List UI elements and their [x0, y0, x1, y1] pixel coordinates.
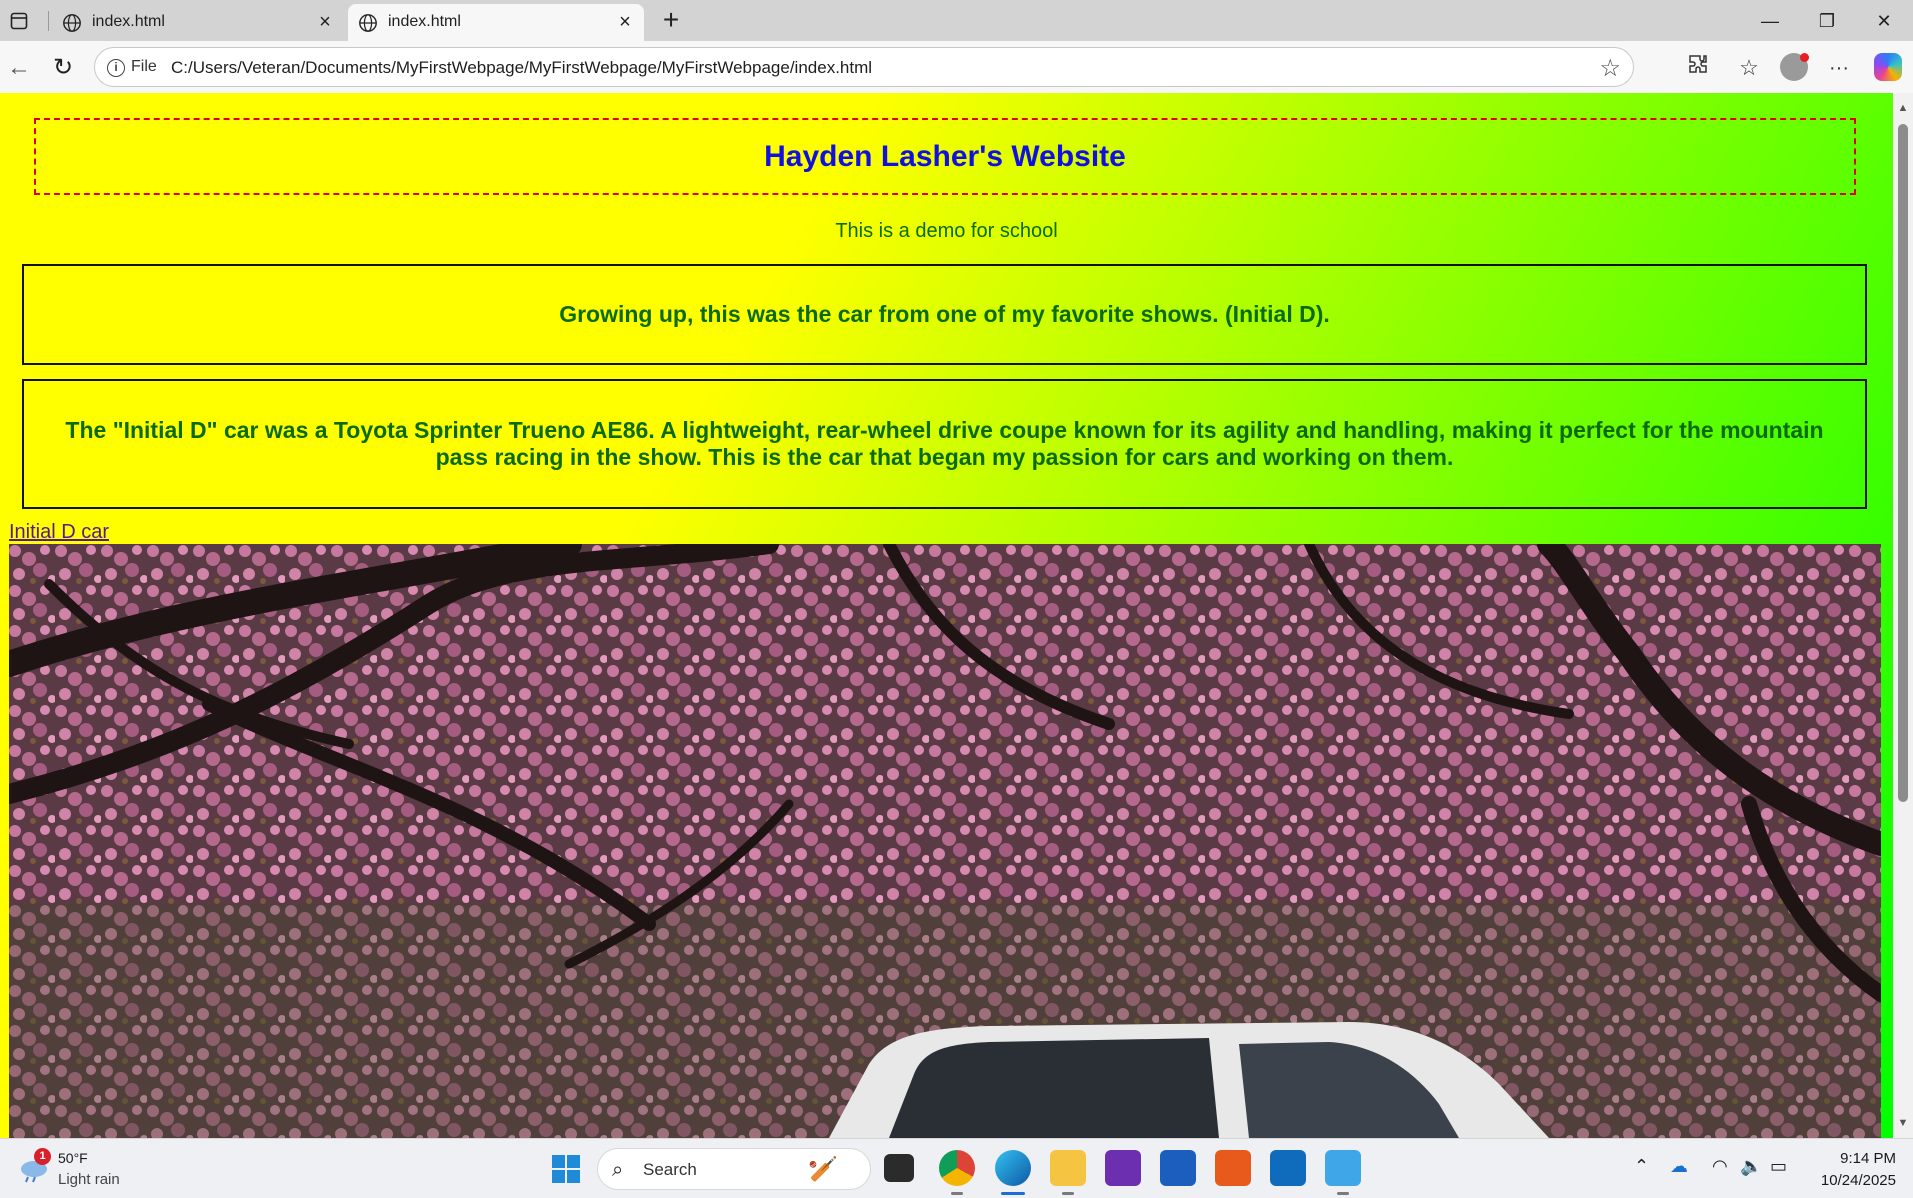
url-text[interactable]: C:/Users/Veteran/Documents/MyFirstWebpag…: [171, 58, 872, 78]
app-icon[interactable]: [1215, 1150, 1251, 1186]
info-icon[interactable]: i: [107, 59, 125, 77]
search-icon: ⌕: [612, 1159, 624, 1181]
weather-badge: 1: [34, 1148, 51, 1165]
site-header: Hayden Lasher's Website: [34, 118, 1856, 195]
chrome-icon[interactable]: [939, 1150, 975, 1186]
taskbar: 1 50°F Light rain ⌕ Search 🏏 ⌃ ☁ ◠ 🔈 ▭ 9…: [0, 1138, 1913, 1198]
extensions-icon[interactable]: [1681, 51, 1715, 85]
tab-title: index.html: [388, 13, 461, 30]
weather-description[interactable]: Light rain: [58, 1171, 120, 1188]
volume-icon[interactable]: 🔈: [1740, 1156, 1762, 1177]
close-icon[interactable]: ×: [314, 11, 336, 33]
photos-icon[interactable]: [1105, 1150, 1141, 1186]
star-icon[interactable]: ☆: [1599, 54, 1621, 83]
search-placeholder: Search: [643, 1160, 697, 1179]
file-explorer-icon[interactable]: [1050, 1150, 1086, 1186]
globe-icon: [62, 13, 82, 33]
scroll-thumb[interactable]: [1898, 124, 1908, 802]
edge-active-indicator: [1001, 1192, 1025, 1195]
tab-index-2[interactable]: index.html ×: [348, 4, 644, 41]
chrome-running-indicator: [951, 1192, 963, 1195]
onedrive-icon[interactable]: ☁: [1670, 1156, 1688, 1177]
clock-date[interactable]: 10/24/2025: [1800, 1172, 1896, 1189]
windows-start-icon[interactable]: [551, 1154, 581, 1184]
reload-button[interactable]: ↻: [48, 53, 78, 83]
maximize-button[interactable]: ❐: [1804, 4, 1850, 38]
tab-bar: index.html × index.html × + — ❐ ✕: [0, 0, 1913, 41]
page-viewport: Hayden Lasher's Website This is a demo f…: [0, 93, 1893, 1138]
page-subtitle: This is a demo for school: [835, 220, 1058, 242]
scroll-up-icon[interactable]: ▲: [1895, 101, 1911, 115]
scroll-down-icon[interactable]: ▼: [1895, 1116, 1911, 1130]
description-box: The "Initial D" car was a Toyota Sprinte…: [22, 379, 1867, 509]
tab-index-1[interactable]: index.html ×: [52, 4, 344, 41]
outlook-icon[interactable]: [1270, 1150, 1306, 1186]
explorer-running-indicator: [1062, 1192, 1074, 1195]
intro-box: Growing up, this was the car from one of…: [22, 264, 1867, 365]
weather-temp[interactable]: 50°F: [58, 1150, 88, 1166]
tab-title: index.html: [92, 13, 165, 30]
back-button[interactable]: ←: [4, 53, 34, 83]
address-row: ← ↻ i File C:/Users/Veteran/Documents/My…: [0, 41, 1913, 93]
notepad-icon[interactable]: [1325, 1150, 1361, 1186]
search-highlight-icon: 🏏: [808, 1156, 838, 1183]
taskbar-search[interactable]: ⌕ Search 🏏: [597, 1148, 871, 1190]
scheme-label: File: [131, 58, 157, 75]
chevron-up-icon[interactable]: ⌃: [1634, 1156, 1649, 1177]
tab-divider: [48, 11, 49, 31]
word-icon[interactable]: [1160, 1150, 1196, 1186]
minimize-button[interactable]: —: [1747, 4, 1793, 38]
battery-icon[interactable]: ▭: [1770, 1156, 1787, 1177]
clock-time[interactable]: 9:14 PM: [1808, 1150, 1896, 1167]
favorites-icon[interactable]: ☆: [1732, 51, 1766, 85]
new-tab-button[interactable]: +: [656, 6, 686, 36]
page-title: Hayden Lasher's Website: [764, 140, 1126, 173]
notification-dot: [1800, 53, 1809, 62]
copilot-icon[interactable]: [1874, 53, 1902, 81]
wifi-icon[interactable]: ◠: [1712, 1156, 1728, 1177]
description-text: The "Initial D" car was a Toyota Sprinte…: [65, 417, 1824, 470]
close-icon[interactable]: ×: [614, 11, 636, 33]
car-image[interactable]: [9, 544, 1881, 1138]
initial-d-car-link[interactable]: Initial D car: [9, 521, 109, 544]
more-icon[interactable]: ···: [1822, 51, 1856, 85]
close-window-button[interactable]: ✕: [1861, 4, 1907, 38]
tab-actions-icon[interactable]: [6, 8, 32, 34]
edge-icon[interactable]: [995, 1150, 1031, 1186]
globe-icon: [358, 13, 378, 33]
task-view-icon[interactable]: [884, 1154, 914, 1182]
notepad-running-indicator: [1337, 1192, 1349, 1195]
address-bar[interactable]: i File C:/Users/Veteran/Documents/MyFirs…: [94, 47, 1634, 87]
intro-text: Growing up, this was the car from one of…: [559, 301, 1330, 327]
